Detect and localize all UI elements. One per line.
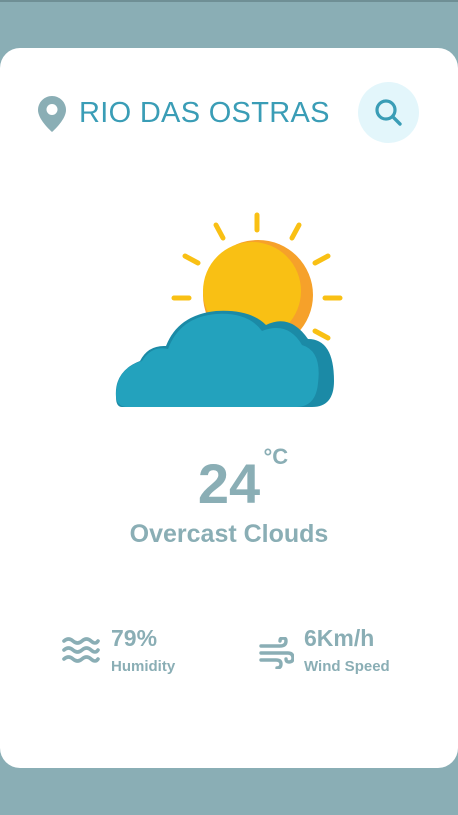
search-button[interactable] [358, 82, 419, 143]
humidity-value: 79% [111, 625, 158, 651]
city-name: RIO DAS OSTRAS [79, 97, 330, 129]
temperature-number: 24 [197, 452, 261, 515]
waves-icon [62, 637, 100, 668]
wind-speed-label: Wind Speed [304, 658, 390, 675]
humidity-stat: 79% Humidity [62, 625, 232, 679]
search-icon [375, 99, 402, 126]
weather-card: RIO DAS OSTRAS 24 °C Overcast Clouds 79%… [0, 48, 458, 768]
temperature-row: 24 °C [0, 444, 458, 520]
sun-behind-cloud-icon [112, 211, 346, 411]
humidity-label: Humidity [111, 658, 176, 675]
wind-icon [258, 636, 295, 674]
temperature-value: 24 °C [197, 444, 288, 520]
top-border [0, 0, 458, 2]
temperature-unit: °C [263, 444, 289, 469]
map-pin-icon [38, 96, 66, 132]
location-header: RIO DAS OSTRAS [36, 81, 422, 145]
wind-stat: 6Km/h Wind Speed [258, 625, 428, 679]
wind-speed-value: 6Km/h [304, 625, 375, 651]
weather-description: Overcast Clouds [129, 520, 329, 548]
